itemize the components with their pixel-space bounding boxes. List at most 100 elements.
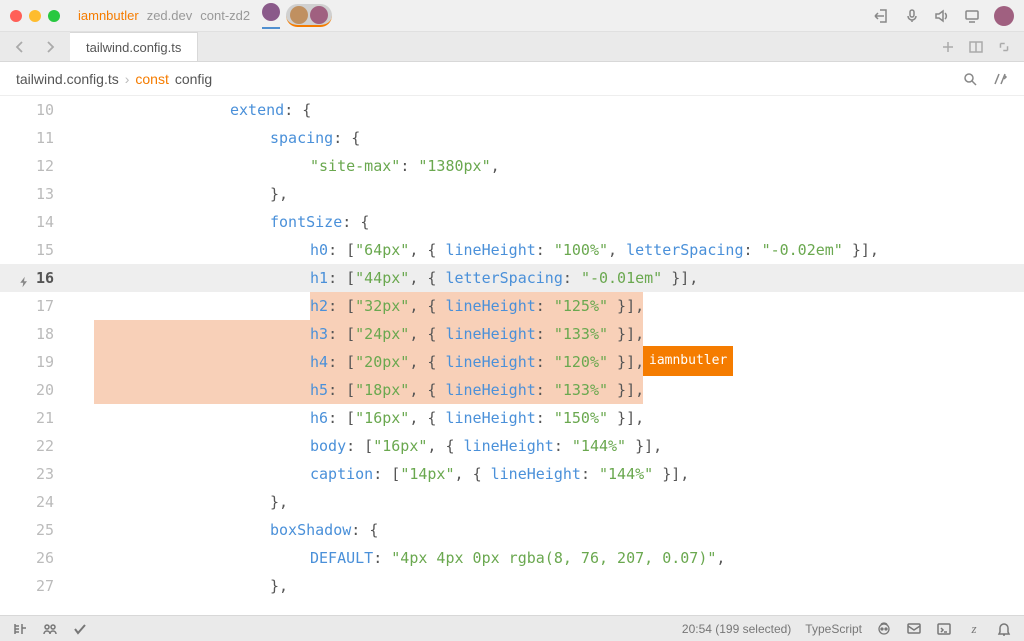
- code-line[interactable]: 10extend: {: [0, 96, 1024, 124]
- title-project[interactable]: zed.dev: [147, 8, 193, 23]
- code-line[interactable]: 24},: [0, 488, 1024, 516]
- collaborator-group[interactable]: [286, 4, 332, 27]
- feedback-icon[interactable]: [906, 621, 922, 637]
- collaborator-avatar[interactable]: [262, 3, 280, 29]
- user-avatar[interactable]: [994, 6, 1014, 26]
- code-content: h6: ["16px", { lineHeight: "150%" }],: [70, 404, 1024, 432]
- code-line[interactable]: 23caption: ["14px", { lineHeight: "144%"…: [0, 460, 1024, 488]
- status-bar: 20:54 (199 selected) TypeScript z: [0, 615, 1024, 641]
- search-icon[interactable]: [962, 71, 978, 87]
- code-line[interactable]: 15h0: ["64px", { lineHeight: "100%", let…: [0, 236, 1024, 264]
- nav-forward-icon[interactable]: [42, 39, 58, 55]
- line-number: 14: [0, 208, 70, 236]
- breadcrumb-file[interactable]: tailwind.config.ts: [16, 71, 119, 87]
- collaborators: [262, 3, 332, 29]
- line-number: 26: [0, 544, 70, 572]
- code-line[interactable]: 21h6: ["16px", { lineHeight: "150%" }],: [0, 404, 1024, 432]
- code-line[interactable]: 13},: [0, 180, 1024, 208]
- code-editor[interactable]: 10extend: {11spacing: {12"site-max": "13…: [0, 96, 1024, 615]
- project-panel-icon[interactable]: [12, 621, 28, 637]
- code-content: spacing: {: [70, 124, 1024, 152]
- code-content: h5: ["18px", { lineHeight: "133%" }],: [70, 376, 1024, 404]
- code-content: h3: ["24px", { lineHeight: "133%" }],: [70, 320, 1024, 348]
- code-content: h1: ["44px", { letterSpacing: "-0.01em" …: [70, 264, 1024, 292]
- code-content: },: [70, 180, 1024, 208]
- code-line[interactable]: 27},: [0, 572, 1024, 600]
- expand-icon[interactable]: [996, 39, 1012, 55]
- code-content: },: [70, 488, 1024, 516]
- breadcrumb-separator: ›: [125, 71, 130, 87]
- microphone-icon[interactable]: [904, 8, 920, 24]
- status-right: 20:54 (199 selected) TypeScript z: [682, 621, 1012, 637]
- tab-filename: tailwind.config.ts: [86, 40, 181, 55]
- breadcrumb-actions: [962, 71, 1008, 87]
- titlebar-actions: [874, 6, 1014, 26]
- title-user[interactable]: iamnbutler: [78, 8, 139, 23]
- code-line[interactable]: 19h4: ["20px", { lineHeight: "120%" }],: [0, 348, 1024, 376]
- code-line[interactable]: 11spacing: {: [0, 124, 1024, 152]
- line-number: 22: [0, 432, 70, 460]
- line-number: 15: [0, 236, 70, 264]
- line-number: 11: [0, 124, 70, 152]
- code-content: "site-max": "1380px",: [70, 152, 1024, 180]
- code-content: boxShadow: {: [70, 516, 1024, 544]
- code-line[interactable]: 22body: ["16px", { lineHeight: "144%" }]…: [0, 432, 1024, 460]
- breadcrumb: tailwind.config.ts › const config: [0, 62, 1024, 96]
- code-line[interactable]: 25boxShadow: {: [0, 516, 1024, 544]
- tab-bar-actions: [928, 32, 1024, 61]
- line-number: 27: [0, 572, 70, 600]
- screen-share-icon[interactable]: [964, 8, 980, 24]
- title-branch[interactable]: cont-zd2: [200, 8, 250, 23]
- titlebar: iamnbutler zed.dev cont-zd2: [0, 0, 1024, 32]
- minimize-window-button[interactable]: [29, 10, 41, 22]
- assistant-icon[interactable]: [992, 71, 1008, 87]
- diagnostics-icon[interactable]: [72, 621, 88, 637]
- code-content: fontSize: {: [70, 208, 1024, 236]
- line-number: 13: [0, 180, 70, 208]
- code-line[interactable]: 17h2: ["32px", { lineHeight: "125%" }],: [0, 292, 1024, 320]
- code-line[interactable]: 14fontSize: {: [0, 208, 1024, 236]
- code-content: h0: ["64px", { lineHeight: "100%", lette…: [70, 236, 1024, 264]
- notifications-icon[interactable]: [996, 621, 1012, 637]
- code-content: },: [70, 572, 1024, 600]
- line-number: 10: [0, 96, 70, 124]
- code-content: body: ["16px", { lineHeight: "144%" }],: [70, 432, 1024, 460]
- line-number: 19: [0, 348, 70, 376]
- code-content: caption: ["14px", { lineHeight: "144%" }…: [70, 460, 1024, 488]
- zed-icon[interactable]: z: [966, 621, 982, 637]
- line-number: 18: [0, 320, 70, 348]
- line-number: 21: [0, 404, 70, 432]
- cursor-position[interactable]: 20:54 (199 selected): [682, 622, 791, 636]
- copilot-icon[interactable]: [876, 621, 892, 637]
- new-tab-icon[interactable]: [940, 39, 956, 55]
- code-content: h4: ["20px", { lineHeight: "120%" }],: [70, 348, 1024, 376]
- file-tab[interactable]: tailwind.config.ts: [70, 32, 198, 61]
- line-number: 23: [0, 460, 70, 488]
- nav-buttons: [0, 32, 70, 61]
- nav-back-icon[interactable]: [12, 39, 28, 55]
- language-mode[interactable]: TypeScript: [805, 622, 862, 636]
- breadcrumb-symbol[interactable]: config: [175, 71, 212, 87]
- code-content: h2: ["32px", { lineHeight: "125%" }],: [70, 292, 1024, 320]
- code-line[interactable]: 18h3: ["24px", { lineHeight: "133%" }],: [0, 320, 1024, 348]
- code-line[interactable]: 12"site-max": "1380px",: [0, 152, 1024, 180]
- code-line[interactable]: 20h5: ["18px", { lineHeight: "133%" }],: [0, 376, 1024, 404]
- code-content: extend: {: [70, 96, 1024, 124]
- line-number: 20: [0, 376, 70, 404]
- split-pane-icon[interactable]: [968, 39, 984, 55]
- breadcrumb-keyword: const: [135, 71, 168, 87]
- line-number: 12: [0, 152, 70, 180]
- terminal-icon[interactable]: [936, 621, 952, 637]
- line-number: 16: [0, 264, 70, 292]
- contacts-icon[interactable]: [42, 621, 58, 637]
- window-controls: [10, 10, 60, 22]
- speaker-icon[interactable]: [934, 8, 950, 24]
- maximize-window-button[interactable]: [48, 10, 60, 22]
- line-number: 25: [0, 516, 70, 544]
- code-line[interactable]: 26DEFAULT: "4px 4px 0px rgba(8, 76, 207,…: [0, 544, 1024, 572]
- tab-bar: tailwind.config.ts: [0, 32, 1024, 62]
- code-line[interactable]: 16h1: ["44px", { letterSpacing: "-0.01em…: [0, 264, 1024, 292]
- collaborator-cursor-label: iamnbutler: [643, 346, 733, 376]
- leave-call-icon[interactable]: [874, 8, 890, 24]
- close-window-button[interactable]: [10, 10, 22, 22]
